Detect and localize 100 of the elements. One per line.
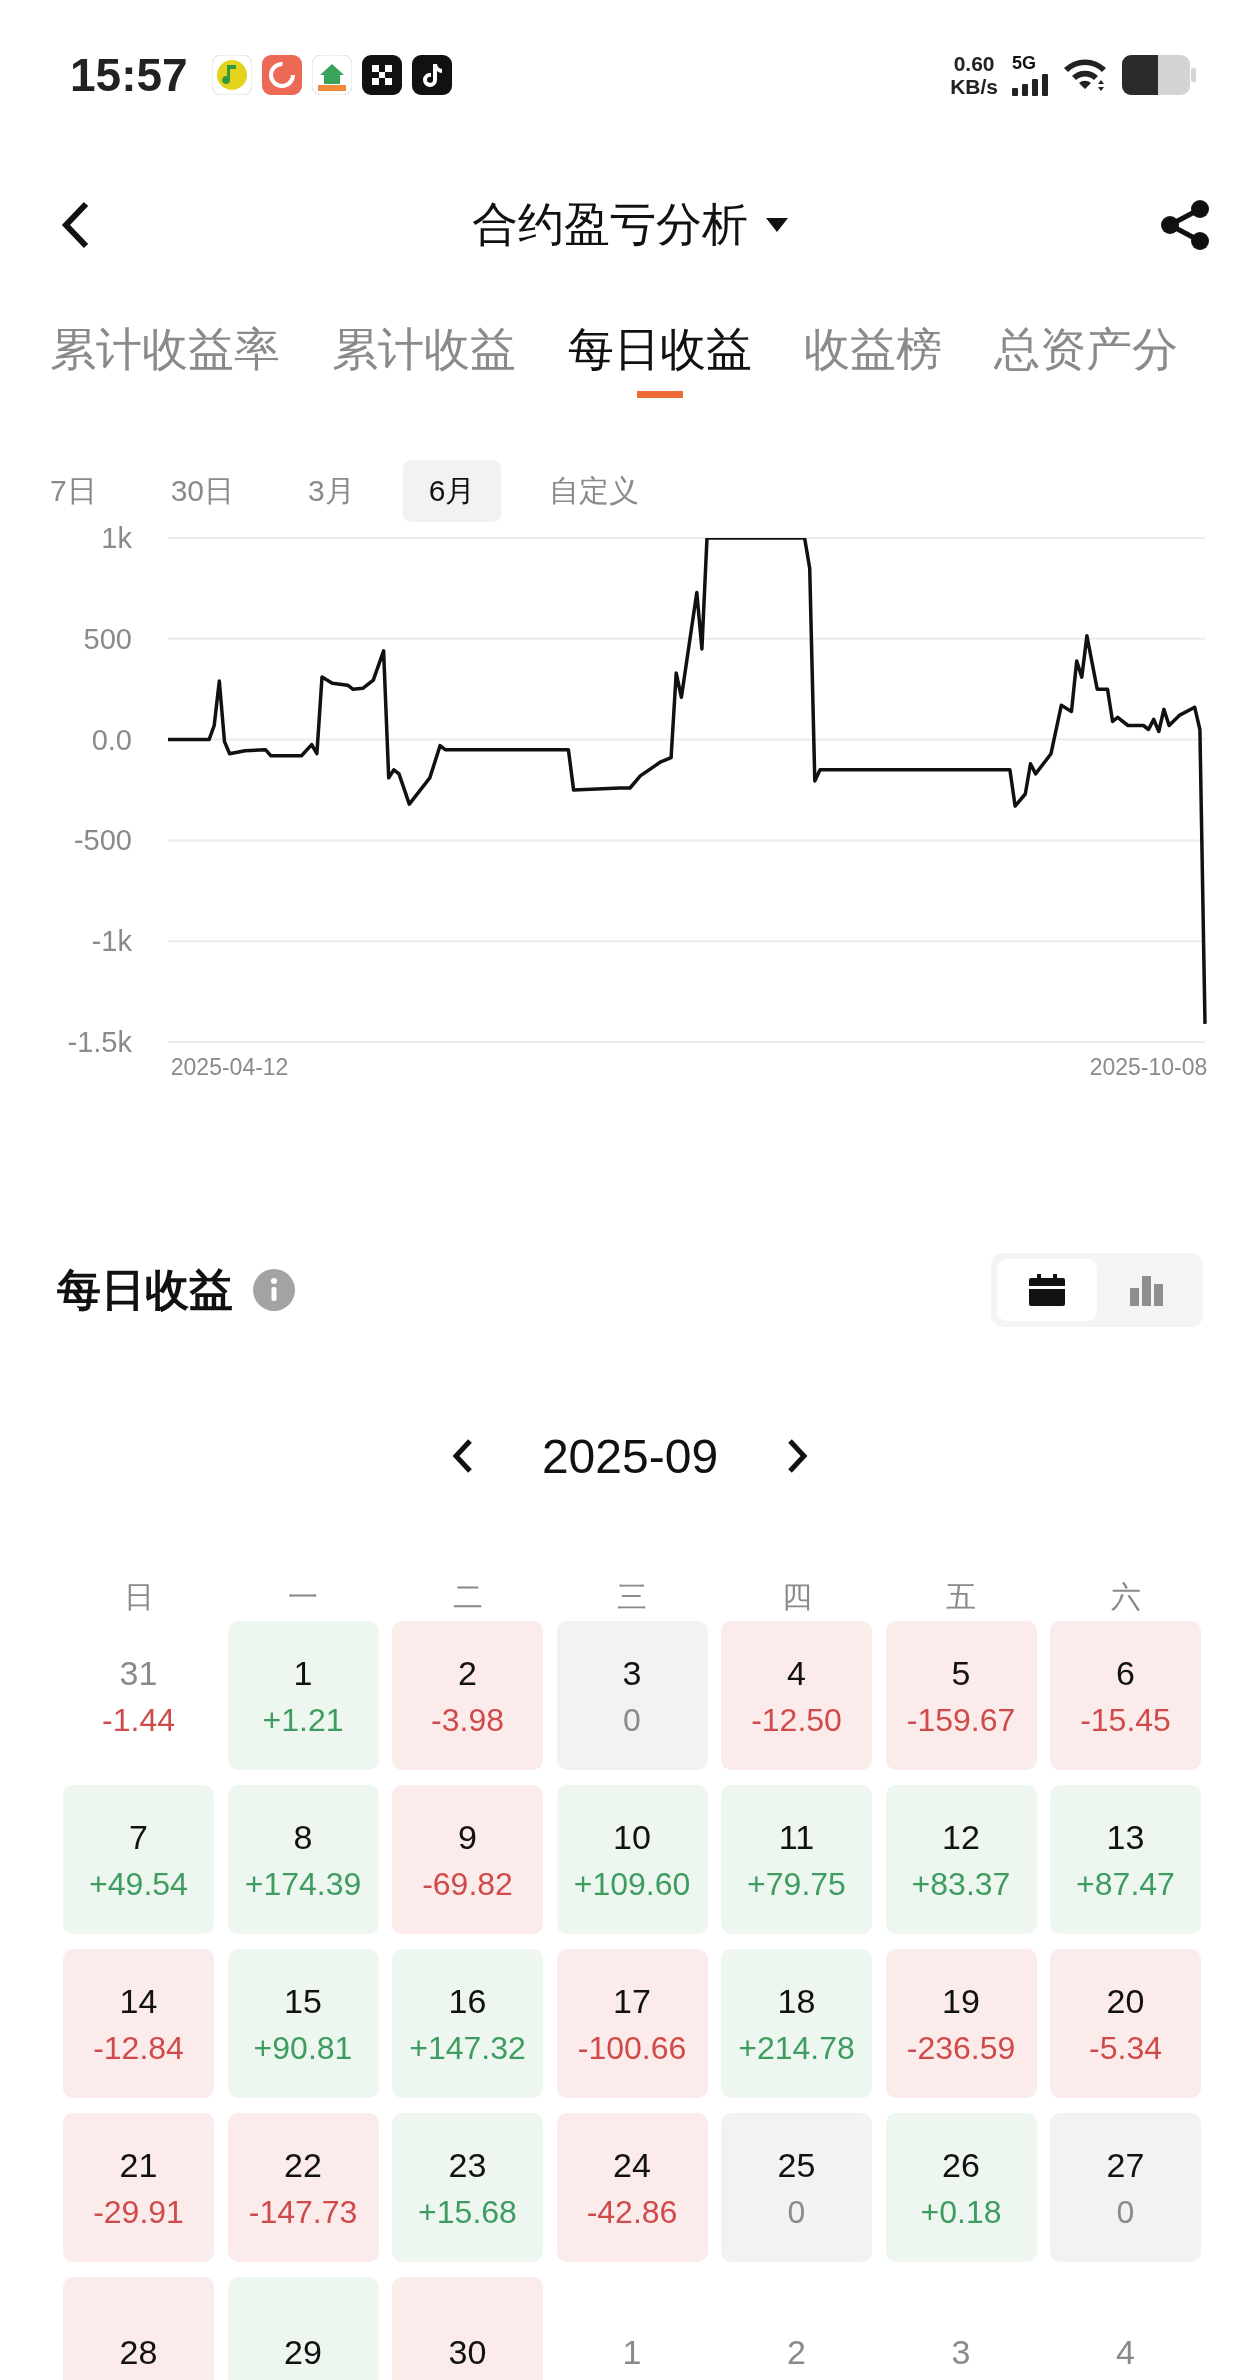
caret-icon[interactable]: [766, 218, 788, 232]
y-axis-label: 0.0: [91, 723, 132, 756]
day-number: 27: [1106, 2147, 1145, 2182]
weekday-label: 二: [451, 1579, 484, 1615]
day-profit: -69.82: [422, 1867, 513, 1900]
day-number: 7: [129, 1819, 148, 1854]
day-number: 20: [1106, 1983, 1145, 2018]
tab[interactable]: 每日收益: [568, 300, 752, 400]
day-cell[interactable]: 28: [63, 2277, 214, 2380]
day-profit: +109.60: [573, 1867, 691, 1900]
day-number: 13: [1106, 1819, 1145, 1854]
day-profit: +79.75: [747, 1867, 846, 1900]
day-number: 2: [787, 2334, 806, 2369]
day-cell[interactable]: 16 +147.32: [392, 1949, 543, 2098]
day-number: 5: [951, 1655, 971, 1690]
day-number: 28: [119, 2334, 158, 2369]
day-number: 30: [448, 2334, 487, 2369]
day-number: 1: [622, 2334, 642, 2369]
day-profit: +15.68: [418, 2195, 517, 2228]
day-cell[interactable]: 22 -147.73: [227, 2113, 379, 2262]
weekday-label: 一: [287, 1579, 319, 1615]
network-type: 5G: [1012, 54, 1036, 72]
day-cell[interactable]: 21 -29.91: [63, 2113, 214, 2262]
day-cell[interactable]: 24 -42.86: [556, 2113, 708, 2262]
range-chip[interactable]: 6月: [402, 460, 502, 522]
day-profit: -1.44: [102, 1703, 175, 1736]
day-number: 26: [942, 2147, 980, 2182]
clock-time: 15:57: [70, 48, 188, 102]
day-cell[interactable]: 20 -5.34: [1050, 1949, 1201, 2098]
calendar-view-button[interactable]: [997, 1259, 1097, 1321]
day-cell[interactable]: 6 -15.45: [1050, 1621, 1201, 1770]
day-cell[interactable]: 7 +49.54: [63, 1785, 214, 1934]
weekday-label: 日: [122, 1579, 155, 1615]
day-profit: -236.59: [906, 2031, 1016, 2064]
day-cell[interactable]: 17 -100.66: [556, 1949, 708, 2098]
day-profit: -100.66: [577, 2031, 687, 2064]
day-number: 18: [777, 1983, 816, 2018]
day-cell[interactable]: 14 -12.84: [63, 1949, 214, 2098]
music-note-icon: [411, 55, 452, 95]
weekday-label: 四: [780, 1579, 813, 1615]
day-cell[interactable]: 13 +87.47: [1050, 1785, 1201, 1934]
day-cell[interactable]: 29: [227, 2277, 379, 2380]
x-axis-label: 2025-10-08: [1089, 1054, 1208, 1080]
day-number: 4: [787, 1655, 806, 1690]
day-cell[interactable]: 30: [392, 2277, 543, 2380]
network-speed: 0.60: [953, 53, 995, 74]
day-cell[interactable]: 5 -159.67: [885, 1621, 1037, 1770]
day-cell[interactable]: 18 +214.78: [721, 1949, 872, 2098]
weekday-label: 六: [1109, 1579, 1142, 1615]
battery-icon: [1122, 55, 1196, 95]
next-month-button[interactable]: [786, 1438, 809, 1474]
day-cell[interactable]: 19 -236.59: [885, 1949, 1037, 2098]
day-cell[interactable]: 25 0: [721, 2113, 872, 2262]
day-profit: 0: [623, 1703, 641, 1736]
day-profit: -3.98: [431, 1703, 504, 1736]
calendar-icon: [1029, 1274, 1065, 1306]
day-profit: +0.18: [920, 2195, 1002, 2228]
day-profit: -12.50: [751, 1703, 842, 1736]
day-number: 31: [119, 1655, 158, 1690]
day-profit: -42.86: [586, 2195, 678, 2228]
day-cell[interactable]: 11 +79.75: [721, 1785, 872, 1934]
day-cell[interactable]: 15 +90.81: [227, 1949, 379, 2098]
page-title[interactable]: 合约盈亏分析: [472, 194, 748, 256]
day-number: 11: [778, 1819, 815, 1854]
day-cell[interactable]: 9 -69.82: [392, 1785, 543, 1934]
day-cell[interactable]: 4 -12.50: [721, 1621, 872, 1770]
day-cell[interactable]: 1 +1.21: [227, 1621, 379, 1770]
day-profit: -147.73: [248, 2195, 358, 2228]
day-number: 17: [613, 1983, 651, 2018]
day-number: 23: [448, 2147, 487, 2182]
day-number: 22: [284, 2147, 322, 2182]
day-number: 15: [284, 1983, 322, 2018]
day-number: 25: [777, 2147, 816, 2182]
month-label: 2025-09: [541, 1428, 719, 1484]
day-number: 3: [951, 2334, 971, 2369]
day-number: 12: [942, 1819, 980, 1854]
day-profit: -12.84: [93, 2031, 184, 2064]
day-number: 10: [613, 1819, 651, 1854]
day-profit: -15.45: [1080, 1703, 1171, 1736]
day-profit: 0: [1116, 2195, 1135, 2228]
day-cell[interactable]: 26 +0.18: [885, 2113, 1037, 2262]
day-number: 9: [458, 1819, 477, 1854]
day-number: 2: [458, 1655, 477, 1690]
day-number: 24: [613, 2147, 651, 2182]
day-cell[interactable]: 31 -1.44: [63, 1621, 214, 1770]
signal-icon: [1012, 74, 1048, 96]
day-profit: -159.67: [906, 1703, 1016, 1736]
day-cell[interactable]: 10 +109.60: [556, 1785, 708, 1934]
day-cell[interactable]: 27 0: [1050, 2113, 1201, 2262]
day-profit: +147.32: [409, 2031, 526, 2064]
day-cell[interactable]: 12 +83.37: [885, 1785, 1037, 1934]
share-button[interactable]: [1160, 199, 1210, 251]
day-cell[interactable]: 3 0: [556, 1621, 708, 1770]
day-profit: +83.37: [911, 1867, 1011, 1900]
day-cell[interactable]: 8 +174.39: [227, 1785, 379, 1934]
day-cell[interactable]: 23 +15.68: [392, 2113, 543, 2262]
weekday-label: 五: [945, 1579, 977, 1615]
day-cell[interactable]: 2 -3.98: [392, 1621, 543, 1770]
previous-month-button[interactable]: [451, 1438, 474, 1474]
day-number: 29: [284, 2334, 322, 2369]
